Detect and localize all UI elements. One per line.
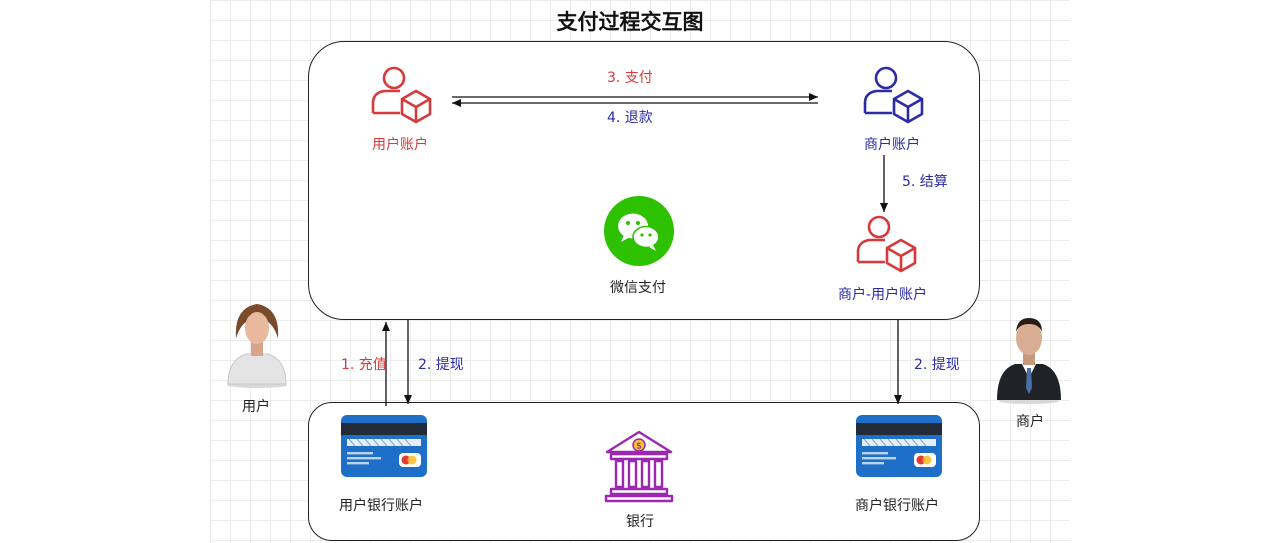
merchant-bank-account-label: 商户银行账户 [855, 498, 939, 514]
refund-edge-label: 4. 退款 [607, 110, 653, 126]
pay-edge-label: 3. 支付 [607, 70, 653, 86]
bank-label: 银行 [626, 514, 654, 530]
recharge-edge-label: 1. 充值 [341, 357, 387, 373]
withdraw-user-edge-label: 2. 提现 [418, 357, 464, 373]
merchant-label: 商户 [1016, 414, 1044, 430]
user-label: 用户 [242, 399, 270, 415]
withdraw-merchant-edge-label: 2. 提现 [914, 357, 960, 373]
user-avatar-icon [227, 304, 287, 388]
merchant-bank-card-icon [856, 415, 942, 477]
user-bank-card-icon [341, 415, 427, 477]
settle-edge-label: 5. 结算 [902, 174, 948, 190]
svg-text:$: $ [636, 442, 642, 452]
user-bank-account-label: 用户银行账户 [339, 498, 423, 514]
bank-icon: $ [604, 430, 674, 503]
merchant-avatar-icon [997, 318, 1061, 404]
